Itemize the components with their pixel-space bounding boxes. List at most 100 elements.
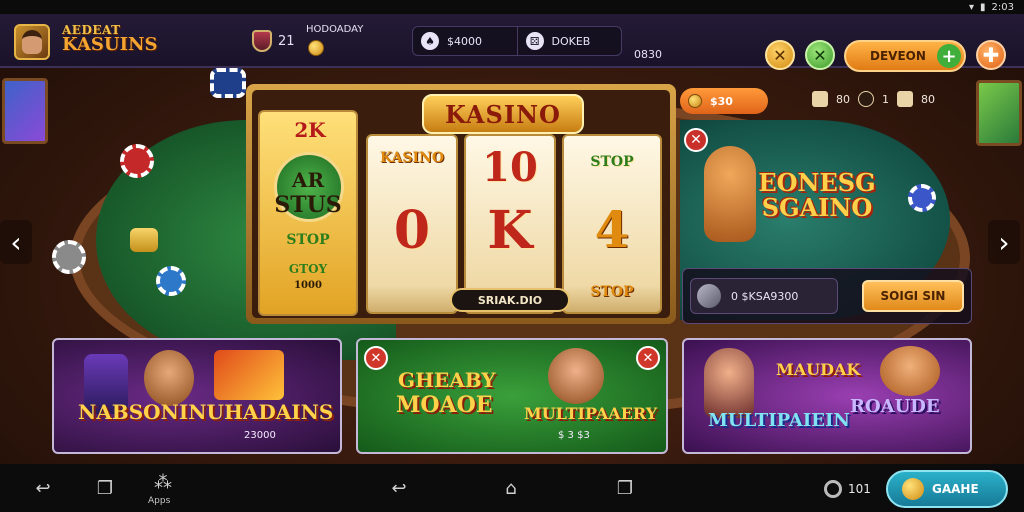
- battery-icon: ▮: [980, 1, 986, 13]
- coin-ring-icon: [824, 480, 842, 498]
- clock: 2:03: [991, 1, 1014, 13]
- spin-button[interactable]: SRIAK.DIO: [450, 288, 570, 312]
- balance-value: 101: [848, 482, 871, 496]
- right-slot-screen: [976, 80, 1022, 146]
- avatar-face: [22, 30, 42, 54]
- play-game-button[interactable]: GAAHE: [886, 470, 1008, 508]
- card1-title-top: NABSONINU: [78, 400, 224, 424]
- dice-pill[interactable]: ⚄ DOKEB: [516, 27, 622, 55]
- sign-in-button[interactable]: SOIGI SIN: [862, 280, 964, 312]
- dice-icon: ⚄: [525, 32, 544, 50]
- coin-icon: [308, 40, 324, 56]
- card2-sub: $ 3 $3: [558, 430, 590, 441]
- card2-title-main: MOAOE: [396, 392, 493, 418]
- slot-machine[interactable]: 2K AR STUS STOP GTOY 1000 KASINO 0 10 K …: [246, 84, 676, 324]
- cards-icon: [897, 91, 913, 107]
- balance-indicator: 101: [824, 480, 871, 498]
- prev-arrow-button[interactable]: ‹: [0, 220, 32, 264]
- gold-chip-stack: [130, 228, 158, 252]
- currency-pills: ♠ $4000 ⚄ DOKEB: [412, 26, 622, 56]
- card2-close-left-button[interactable]: ✕: [364, 346, 388, 370]
- reel3-mid-symbol: K: [487, 200, 533, 261]
- reel1-badge: 2K: [294, 118, 326, 142]
- dice-value: DOKEB: [551, 34, 591, 48]
- promo-stats: 80 1 80: [812, 88, 935, 110]
- card2-close-right-button[interactable]: ✕: [636, 346, 660, 370]
- card2-title-right: MULTIPAAERY: [524, 404, 658, 423]
- reel1-line2: STUS: [274, 192, 342, 218]
- apps-icon[interactable]: ⁂: [150, 472, 176, 493]
- avatar[interactable]: [14, 24, 50, 60]
- spade-icon: ♠: [421, 32, 439, 50]
- user-icon: [858, 91, 874, 107]
- character-image: [144, 350, 194, 406]
- reel1-line1: AR: [291, 168, 325, 192]
- menu-button[interactable]: ✚: [976, 40, 1006, 70]
- level-indicator[interactable]: 21: [252, 30, 295, 52]
- reel1-line5: 1000: [294, 280, 322, 291]
- system-status-bar: ▾ ▮ 2:03: [0, 0, 1024, 14]
- home-button[interactable]: ⌂: [498, 478, 524, 499]
- game-card-3[interactable]: MAUDAK MULTIPAIEIN ROAUDE: [682, 338, 972, 454]
- cat-mascot-image: [880, 346, 940, 396]
- blue-chip: [156, 266, 186, 296]
- level-number: 21: [278, 33, 295, 49]
- wifi-icon: ▾: [968, 1, 975, 13]
- card1-sub: 23000: [244, 430, 276, 441]
- shield-icon: [252, 30, 272, 52]
- left-slot-screen: [2, 78, 48, 144]
- chips-pill[interactable]: ♠ $4000: [413, 27, 517, 55]
- deposit-button[interactable]: DEVEON +: [844, 40, 966, 72]
- coin-icon: [902, 478, 924, 500]
- apps-label: Apps: [148, 496, 171, 506]
- card3-title-right: ROAUDE: [850, 396, 940, 417]
- card3-title-top: MAUDAK: [776, 360, 861, 379]
- system-icons: ▾ ▮ 2:03: [969, 0, 1014, 14]
- brand-line2: KASUINS: [62, 34, 158, 55]
- promo-amount-value: 0 $KSA9300: [731, 289, 799, 303]
- promo-coins-value: $30: [710, 94, 733, 108]
- grey-chip: [52, 240, 86, 274]
- red-chip: [120, 144, 154, 178]
- game-card-2[interactable]: ✕ ✕ GHEABY MOAOE MULTIPAAERY $ 3 $3: [356, 338, 668, 454]
- reel-4: STOP 4 STOP: [562, 134, 662, 314]
- back-button[interactable]: ↩: [386, 478, 412, 499]
- promo-stat-1: 80: [836, 92, 850, 106]
- reel2-mid-symbol: 0: [393, 200, 431, 261]
- promo-close-button[interactable]: ✕: [684, 128, 708, 152]
- chips-value: $4000: [447, 34, 482, 48]
- card1-title-main: HADAINS: [224, 400, 334, 424]
- ticket-icon: [812, 91, 828, 107]
- back-icon[interactable]: ↩: [30, 478, 56, 499]
- promo-coins-badge[interactable]: $30: [680, 88, 768, 114]
- app-root: ▾ ▮ 2:03 AEDEAT KASUINS 21 HODOADAY ♠ $4…: [0, 0, 1024, 512]
- reel-3: 10 K: [464, 134, 556, 314]
- reel4-bot-symbol: STOP: [590, 284, 634, 300]
- character-image: [704, 348, 754, 418]
- daily-bonus-label: HODOADAY: [306, 24, 364, 35]
- promo-stat-2: 1: [882, 92, 889, 106]
- next-arrow-button[interactable]: ›: [988, 220, 1020, 264]
- coin-icon: [688, 94, 702, 108]
- recents-icon[interactable]: ❐: [92, 478, 118, 499]
- play-game-label: GAAHE: [932, 482, 979, 496]
- reel3-top-symbol: 10: [482, 144, 538, 191]
- slot-screen: 2K AR STUS STOP GTOY 1000 KASINO 0 10 K …: [252, 90, 670, 318]
- card3-title-main: MULTIPAIEIN: [708, 410, 850, 431]
- close-button[interactable]: ✕: [805, 40, 835, 70]
- gems-value: 0830: [634, 48, 662, 61]
- recents-button[interactable]: ❐: [612, 478, 638, 499]
- promo-stat-3: 80: [921, 92, 935, 106]
- game-card-1[interactable]: NABSONINU HADAINS 23000: [52, 338, 342, 454]
- reel4-mid-symbol: 4: [594, 200, 630, 259]
- brand-logo: AEDEAT KASUINS: [62, 24, 162, 54]
- reel2-top-symbol: KASINO: [379, 150, 445, 166]
- plus-icon: +: [937, 44, 961, 68]
- promo-title: EONESG SGAINO: [758, 168, 876, 223]
- reel-1: 2K AR STUS STOP GTOY 1000: [258, 110, 358, 316]
- top-bar: AEDEAT KASUINS 21 HODOADAY ♠ $4000 ⚄ DOK…: [0, 14, 1024, 72]
- tools-button[interactable]: ✕: [765, 40, 795, 70]
- promo-amount-field[interactable]: 0 $KSA9300: [690, 278, 838, 314]
- card2-title-top: GHEABY: [398, 368, 496, 392]
- reel-2: KASINO 0: [366, 134, 458, 314]
